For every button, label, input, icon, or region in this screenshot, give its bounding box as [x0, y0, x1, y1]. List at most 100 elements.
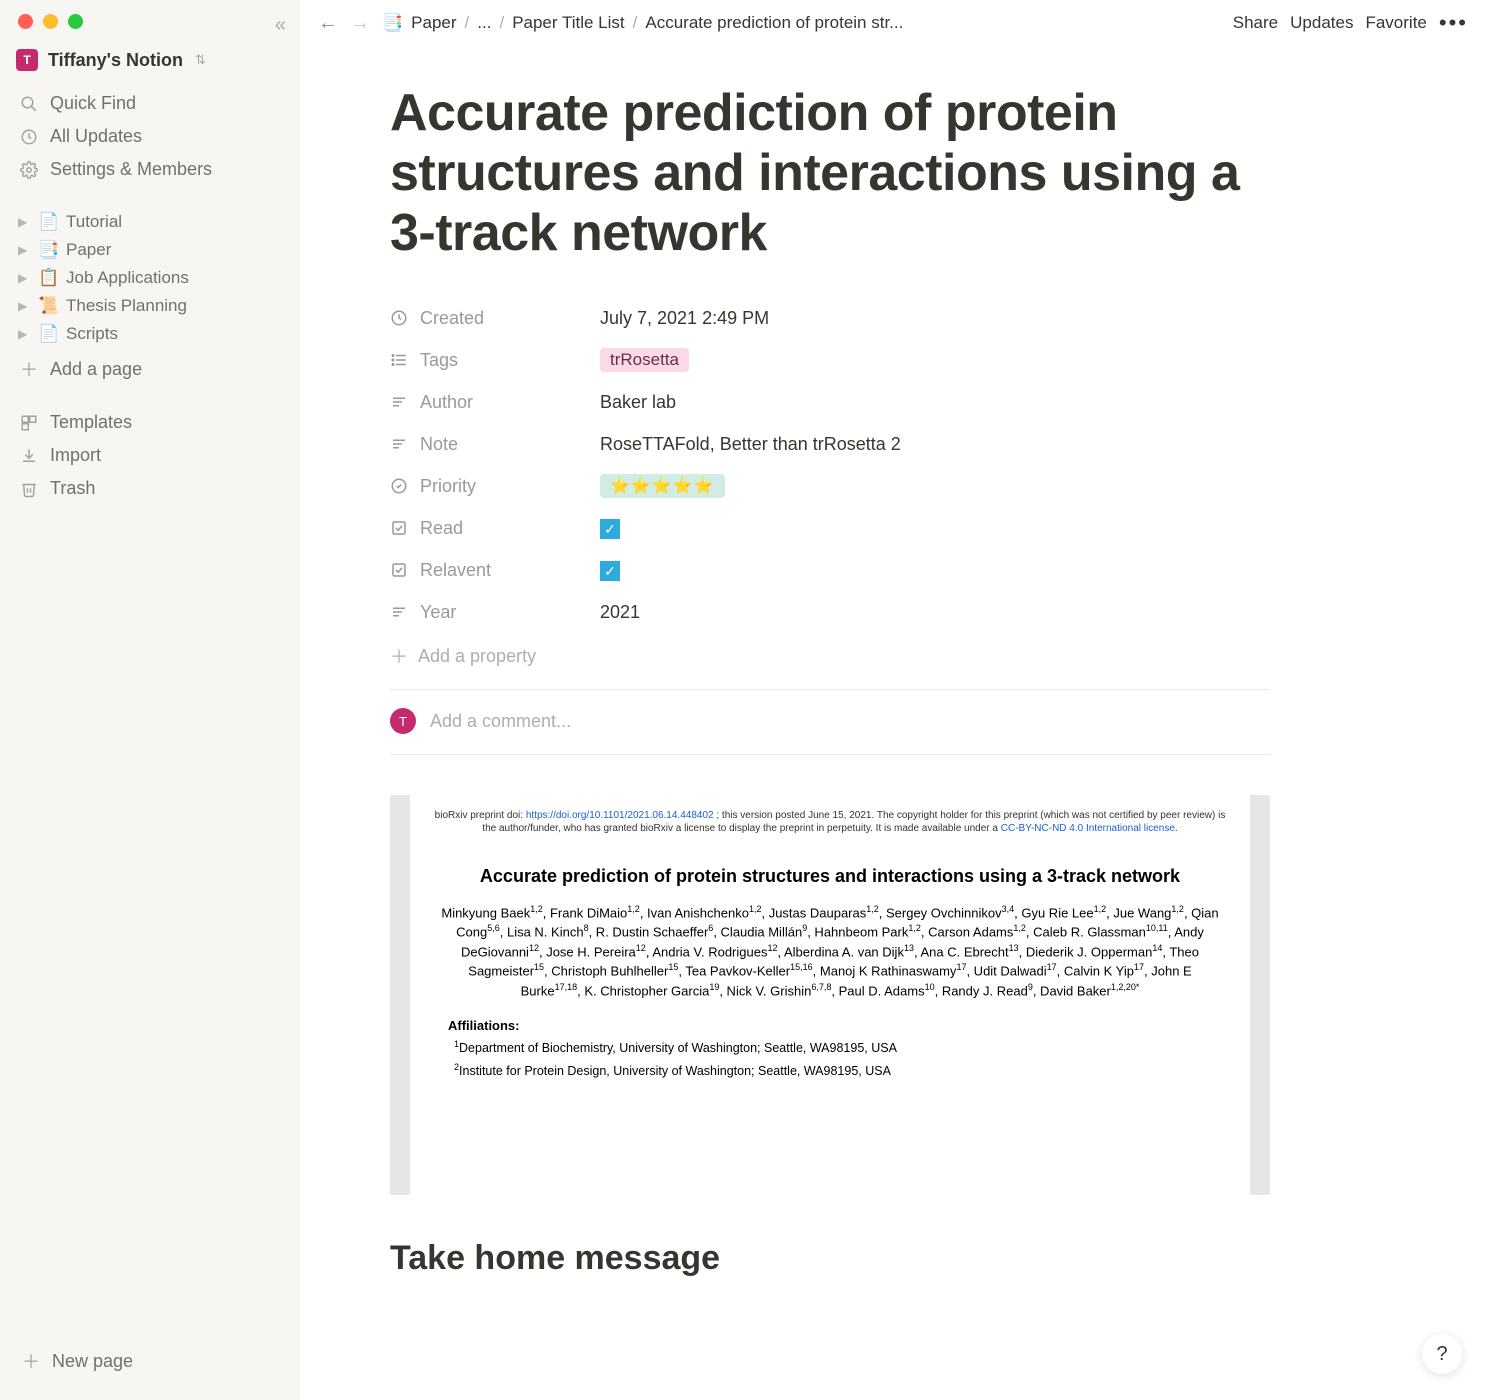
page-icon: 📄	[38, 324, 60, 344]
workspace-switcher[interactable]: T Tiffany's Notion ⇅	[0, 43, 300, 85]
chevron-right-icon[interactable]: ▶	[18, 243, 32, 257]
property-note[interactable]: Note RoseTTAFold, Better than trRosetta …	[390, 423, 1270, 465]
plus-icon: ＋	[20, 1348, 42, 1374]
updates-button[interactable]: Updates	[1290, 13, 1353, 33]
property-author[interactable]: Author Baker lab	[390, 381, 1270, 423]
property-value[interactable]: ✓	[600, 518, 620, 540]
import-label: Import	[50, 445, 101, 466]
property-label: Year	[420, 602, 456, 623]
more-icon[interactable]: •••	[1439, 10, 1468, 36]
page-label: Job Applications	[66, 268, 189, 288]
property-year[interactable]: Year 2021	[390, 591, 1270, 633]
trash-button[interactable]: Trash	[8, 472, 292, 505]
pdf-embed[interactable]: bioRxiv preprint doi: https://doi.org/10…	[390, 795, 1270, 1195]
chevron-right-icon[interactable]: ▶	[18, 271, 32, 285]
pdf-license-link[interactable]: CC-BY-NC-ND 4.0 International license	[1001, 823, 1175, 834]
text-icon	[390, 603, 410, 621]
page-icon: 📜	[38, 296, 60, 316]
breadcrumb-item[interactable]: Paper Title List	[512, 13, 624, 33]
page-icon: 📋	[38, 268, 60, 288]
property-created[interactable]: Created July 7, 2021 2:49 PM	[390, 297, 1270, 339]
property-value[interactable]: Baker lab	[600, 392, 676, 413]
add-property-button[interactable]: ＋ Add a property	[390, 633, 1270, 685]
add-property-label: Add a property	[418, 646, 536, 667]
property-label: Note	[420, 434, 458, 455]
workspace-avatar: T	[16, 49, 38, 71]
list-icon	[390, 351, 410, 369]
property-read[interactable]: Read ✓	[390, 507, 1270, 549]
help-button[interactable]: ?	[1422, 1334, 1462, 1374]
property-value[interactable]: 2021	[600, 602, 640, 623]
page-label: Thesis Planning	[66, 296, 187, 316]
property-value[interactable]: trRosetta	[600, 348, 689, 372]
add-page-label: Add a page	[50, 359, 142, 380]
breadcrumb-item-current[interactable]: Accurate prediction of protein str...	[645, 13, 903, 33]
checkbox-checked[interactable]: ✓	[600, 561, 620, 581]
property-priority[interactable]: Priority ⭐⭐⭐⭐⭐	[390, 465, 1270, 507]
comment-placeholder[interactable]: Add a comment...	[430, 711, 571, 732]
new-page-label: New page	[52, 1351, 133, 1372]
sidebar-item-scripts[interactable]: ▶ 📄 Scripts	[8, 320, 292, 348]
comment-input-row[interactable]: T Add a comment...	[390, 708, 1270, 755]
chevron-right-icon[interactable]: ▶	[18, 215, 32, 229]
close-window-icon[interactable]	[18, 14, 33, 29]
text-icon	[390, 435, 410, 453]
maximize-window-icon[interactable]	[68, 14, 83, 29]
all-updates-label: All Updates	[50, 126, 142, 147]
pdf-doi-link[interactable]: https://doi.org/10.1101/2021.06.14.44840…	[526, 810, 714, 821]
breadcrumb: 📑 Paper / ... / Paper Title List / Accur…	[382, 13, 903, 33]
new-page-button[interactable]: ＋ New page	[10, 1342, 290, 1380]
pdf-title: Accurate prediction of protein structure…	[430, 865, 1230, 888]
section-heading[interactable]: Take home message	[390, 1239, 1270, 1278]
breadcrumb-item[interactable]: Paper	[411, 13, 456, 33]
pdf-affiliation: 2Institute for Protein Design, Universit…	[454, 1062, 1230, 1078]
workspace-name: Tiffany's Notion	[48, 50, 183, 71]
checkbox-icon	[390, 519, 410, 537]
settings-button[interactable]: Settings & Members	[8, 153, 292, 186]
breadcrumb-separator: /	[499, 13, 504, 33]
clock-icon	[390, 309, 410, 327]
property-relevant[interactable]: Relavent ✓	[390, 549, 1270, 591]
select-icon	[390, 477, 410, 495]
property-label: Tags	[420, 350, 458, 371]
sidebar-item-paper[interactable]: ▶ 📑 Paper	[8, 236, 292, 264]
clock-icon	[18, 128, 40, 146]
breadcrumb-separator: /	[465, 13, 470, 33]
minimize-window-icon[interactable]	[43, 14, 58, 29]
sidebar-item-thesis-planning[interactable]: ▶ 📜 Thesis Planning	[8, 292, 292, 320]
add-page-button[interactable]: ＋ Add a page	[8, 350, 292, 388]
page-icon: 📄	[38, 212, 60, 232]
templates-button[interactable]: Templates	[8, 406, 292, 439]
nav-back-icon[interactable]: ←	[318, 12, 338, 35]
chevron-right-icon[interactable]: ▶	[18, 299, 32, 313]
property-value[interactable]: ✓	[600, 560, 620, 582]
page-label: Tutorial	[66, 212, 122, 232]
plus-icon: ＋	[18, 356, 40, 382]
property-value[interactable]: RoseTTAFold, Better than trRosetta 2	[600, 434, 901, 455]
property-label: Read	[420, 518, 463, 539]
sidebar-item-tutorial[interactable]: ▶ 📄 Tutorial	[8, 208, 292, 236]
breadcrumb-item[interactable]: ...	[477, 13, 491, 33]
settings-label: Settings & Members	[50, 159, 212, 180]
quick-find-button[interactable]: Quick Find	[8, 87, 292, 120]
pdf-affiliations-heading: Affiliations:	[448, 1018, 1230, 1033]
property-label: Created	[420, 308, 484, 329]
all-updates-button[interactable]: All Updates	[8, 120, 292, 153]
checkbox-checked[interactable]: ✓	[600, 519, 620, 539]
page-title[interactable]: Accurate prediction of protein structure…	[390, 84, 1270, 263]
nav-forward-icon[interactable]: →	[350, 12, 370, 35]
import-button[interactable]: Import	[8, 439, 292, 472]
property-label: Author	[420, 392, 473, 413]
favorite-button[interactable]: Favorite	[1365, 13, 1426, 33]
property-value[interactable]: ⭐⭐⭐⭐⭐	[600, 474, 725, 498]
property-label: Relavent	[420, 560, 491, 581]
sidebar-item-job-applications[interactable]: ▶ 📋 Job Applications	[8, 264, 292, 292]
collapse-sidebar-icon[interactable]: «	[275, 14, 286, 37]
breadcrumb-icon: 📑	[382, 13, 403, 33]
chevron-right-icon[interactable]: ▶	[18, 327, 32, 341]
share-button[interactable]: Share	[1233, 13, 1278, 33]
property-tags[interactable]: Tags trRosetta	[390, 339, 1270, 381]
property-value[interactable]: July 7, 2021 2:49 PM	[600, 308, 769, 329]
sidebar: « T Tiffany's Notion ⇅ Quick Find All Up…	[0, 0, 300, 1400]
breadcrumb-separator: /	[633, 13, 638, 33]
